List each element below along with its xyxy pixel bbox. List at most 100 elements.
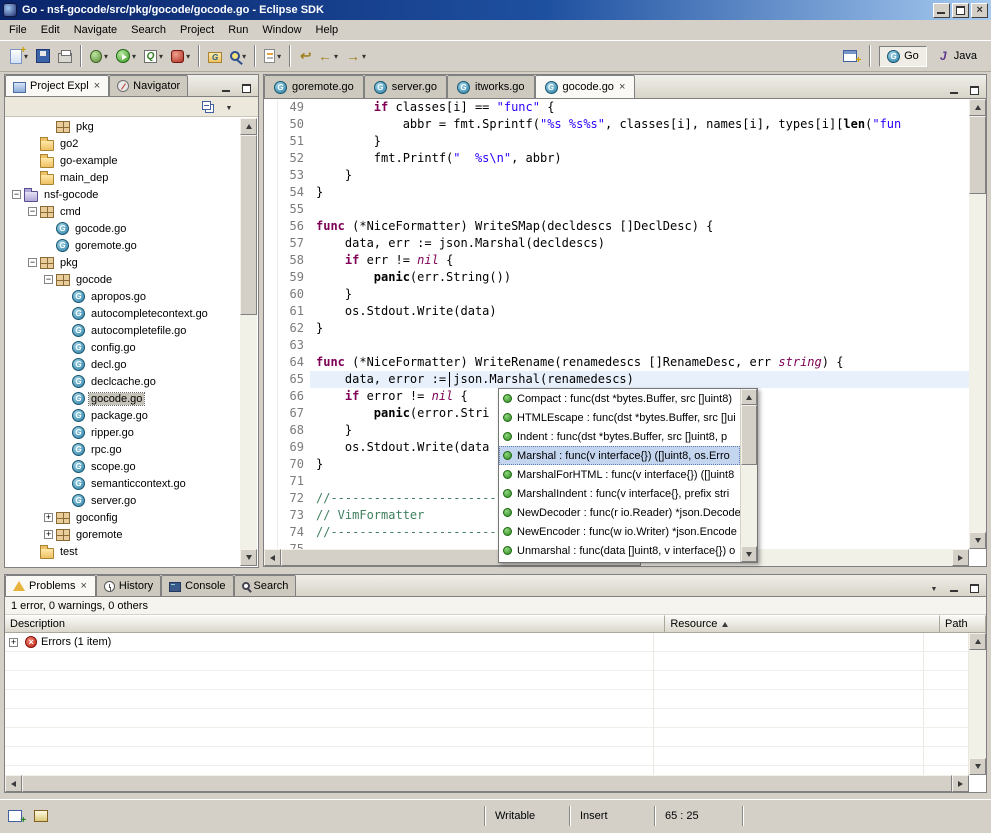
tree-item-declcache-go[interactable]: declcache.go (6, 373, 240, 390)
coverage-button[interactable]: ▾ (140, 44, 167, 68)
problems-vertical-scrollbar[interactable] (969, 633, 986, 775)
code-line[interactable]: data, err := json.Marshal(decldescs) (310, 235, 969, 252)
tree-item-semanticcontext-go[interactable]: semanticcontext.go (6, 475, 240, 492)
menu-help[interactable]: Help (309, 21, 346, 39)
run-button[interactable]: ▾ (112, 44, 140, 68)
problems-horizontal-scrollbar[interactable] (5, 775, 969, 792)
code-line[interactable]: if classes[i] == "func" { (310, 99, 969, 116)
code-line[interactable]: } (310, 320, 969, 337)
tree-item-test[interactable]: test (6, 543, 240, 560)
open-perspective-button[interactable] (839, 44, 861, 68)
code-line[interactable]: abbr = fmt.Sprintf("%s %s%s", classes[i]… (310, 116, 969, 133)
scroll-down-button[interactable] (240, 549, 257, 566)
annotation-ruler[interactable] (264, 99, 278, 549)
tab-problems[interactable]: Problems× (5, 575, 96, 596)
maximize-button[interactable] (237, 80, 255, 96)
scroll-right-button[interactable] (952, 775, 969, 792)
code-line[interactable]: } (310, 167, 969, 184)
tree-item-ripper-go[interactable]: ripper.go (6, 424, 240, 441)
close-button[interactable] (971, 3, 988, 18)
dropdown-arrow-icon[interactable]: ▾ (242, 52, 246, 61)
tree-item-autocompletefile-go[interactable]: autocompletefile.go (6, 322, 240, 339)
autocomplete-item[interactable]: Marshal : func(v interface{}) ([]uint8, … (499, 446, 740, 465)
dropdown-arrow-icon[interactable]: ▾ (132, 52, 136, 61)
dropdown-arrow-icon[interactable]: ▾ (277, 52, 281, 61)
tree-item-apropos-go[interactable]: apropos.go (6, 288, 240, 305)
autocomplete-item[interactable]: NewDecoder : func(r io.Reader) *json.Dec… (499, 503, 740, 522)
autocomplete-item[interactable]: NewEncoder : func(w io.Writer) *json.Enc… (499, 522, 740, 541)
tree-item-cmd[interactable]: −cmd (6, 203, 240, 220)
dropdown-arrow-icon[interactable]: ▾ (186, 52, 190, 61)
close-icon[interactable]: × (79, 580, 87, 592)
tree-item-nsf-gocode[interactable]: −nsf-gocode (6, 186, 240, 203)
autocomplete-item[interactable]: MarshalIndent : func(v interface{}, pref… (499, 484, 740, 503)
tree-item-rpc-go[interactable]: rpc.go (6, 441, 240, 458)
maximize-button[interactable] (965, 82, 983, 98)
editor-vertical-scrollbar[interactable] (969, 99, 986, 549)
print-button[interactable] (54, 44, 76, 68)
tree-item-goconfig[interactable]: +goconfig (6, 509, 240, 526)
view-menu-button[interactable] (925, 580, 943, 596)
tab-search[interactable]: Search (234, 575, 297, 596)
search-button[interactable]: ▾ (226, 44, 250, 68)
external-tools-button[interactable]: ▾ (167, 44, 194, 68)
tree-item-go2[interactable]: go2 (6, 135, 240, 152)
table-row[interactable] (5, 709, 969, 728)
editor-tab-goremote-go[interactable]: goremote.go (264, 75, 364, 98)
view-menu-button[interactable] (220, 99, 238, 115)
editor-tab-itworks-go[interactable]: itworks.go (447, 75, 535, 98)
dropdown-arrow-icon[interactable]: ▾ (362, 52, 366, 61)
scroll-up-button[interactable] (741, 389, 757, 405)
tree-item-goremote[interactable]: +goremote (6, 526, 240, 543)
collapse-expander-icon[interactable]: − (28, 207, 37, 216)
tree-item-goremote-go[interactable]: goremote.go (6, 237, 240, 254)
code-line[interactable]: } (310, 133, 969, 150)
collapse-expander-icon[interactable]: − (28, 258, 37, 267)
popup-scrollbar[interactable] (740, 389, 757, 562)
maximize-button[interactable] (965, 580, 983, 596)
scroll-up-button[interactable] (240, 118, 257, 135)
scroll-down-button[interactable] (969, 758, 986, 775)
autocomplete-item[interactable]: HTMLEscape : func(dst *bytes.Buffer, src… (499, 408, 740, 427)
tree-item-pkg[interactable]: pkg (6, 118, 240, 135)
tree-item-server-go[interactable]: server.go (6, 492, 240, 509)
expand-expander-icon[interactable]: + (9, 638, 18, 647)
expand-expander-icon[interactable]: + (44, 530, 53, 539)
tree-item-package-go[interactable]: package.go (6, 407, 240, 424)
scroll-right-button[interactable] (952, 549, 969, 566)
autocomplete-item[interactable]: Compact : func(dst *bytes.Buffer, src []… (499, 389, 740, 408)
table-row[interactable] (5, 728, 969, 747)
autocomplete-item[interactable]: MarshalForHTML : func(v interface{}) ([]… (499, 465, 740, 484)
window2-button[interactable] (32, 808, 50, 824)
column-header-path[interactable]: Path (940, 615, 986, 633)
tab-console[interactable]: Console (161, 575, 233, 596)
table-row[interactable] (5, 671, 969, 690)
table-row[interactable]: +Errors (1 item) (5, 633, 969, 652)
perspective-java-button[interactable]: Java (929, 46, 985, 67)
table-row[interactable] (5, 652, 969, 671)
collapse-expander-icon[interactable]: − (44, 275, 53, 284)
scrollbar-thumb[interactable] (240, 135, 257, 315)
column-header-description[interactable]: Description (5, 615, 665, 633)
forward-button[interactable]: ▾ (342, 44, 370, 68)
menu-window[interactable]: Window (255, 21, 308, 39)
code-line[interactable]: panic(err.String()) (310, 269, 969, 286)
debug-button[interactable]: ▾ (86, 44, 112, 68)
tree-item-scope-go[interactable]: scope.go (6, 458, 240, 475)
code-line[interactable]: } (310, 184, 969, 201)
scroll-up-button[interactable] (969, 633, 986, 650)
scroll-down-button[interactable] (741, 546, 757, 562)
editor-tab-server-go[interactable]: server.go (364, 75, 447, 98)
column-header-resource[interactable]: Resource (665, 615, 940, 633)
tab-navigator[interactable]: Navigator (109, 75, 188, 96)
minimize-button[interactable] (217, 80, 235, 96)
minimize-button[interactable] (933, 3, 950, 18)
menu-edit[interactable]: Edit (34, 21, 67, 39)
close-icon[interactable]: × (619, 81, 625, 93)
last-edit-location-button[interactable] (295, 44, 314, 68)
scrollbar-thumb[interactable] (969, 116, 986, 194)
code-line[interactable] (310, 337, 969, 354)
editor-tab-gocode-go[interactable]: gocode.go× (535, 75, 636, 98)
annotation-nav-button[interactable]: ▾ (260, 44, 285, 68)
code-line[interactable]: fmt.Printf(" %s\n", abbr) (310, 150, 969, 167)
